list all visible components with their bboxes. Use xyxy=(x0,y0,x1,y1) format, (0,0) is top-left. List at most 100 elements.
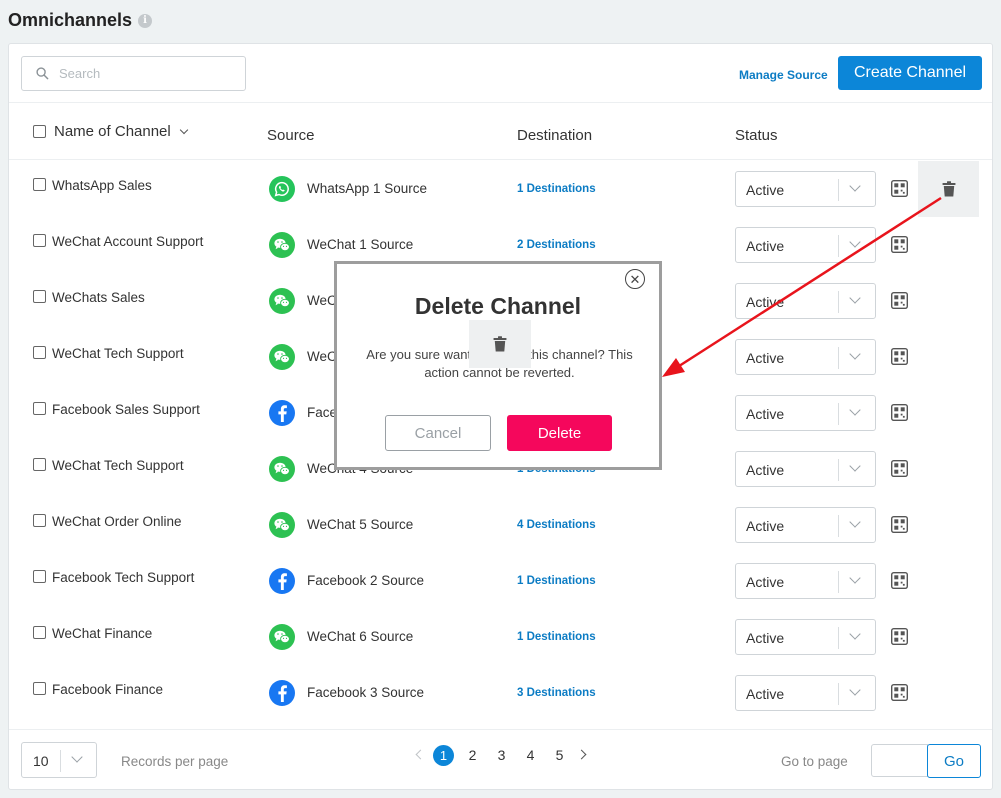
delete-channel-modal: ✕ Delete Channel Are you sure want to de… xyxy=(334,261,662,470)
chevron-down-icon xyxy=(849,404,861,416)
row-checkbox[interactable] xyxy=(33,682,46,695)
row-checkbox[interactable] xyxy=(33,346,46,359)
destinations-link[interactable]: 2 Destinations xyxy=(517,239,596,251)
qr-code-icon[interactable] xyxy=(890,683,909,702)
status-value: Active xyxy=(746,182,785,198)
header-destination: Destination xyxy=(517,127,593,144)
source-label: Facebook 2 Source xyxy=(307,573,425,588)
row-checkbox[interactable] xyxy=(33,234,46,247)
status-select[interactable]: Active xyxy=(735,507,876,543)
prev-page-chevron-icon[interactable] xyxy=(409,744,429,766)
row-checkbox[interactable] xyxy=(33,290,46,303)
status-select[interactable]: Active xyxy=(735,171,876,207)
qr-code-icon[interactable] xyxy=(890,571,909,590)
row-checkbox[interactable] xyxy=(33,514,46,527)
status-select[interactable]: Active xyxy=(735,395,876,431)
close-icon[interactable]: ✕ xyxy=(625,269,645,289)
status-value: Active xyxy=(746,462,785,478)
page-title-text: Omnichannels xyxy=(8,10,133,30)
chevron-down-icon xyxy=(71,751,83,763)
status-value: Active xyxy=(746,350,785,366)
qr-code-icon[interactable] xyxy=(890,291,909,310)
status-value: Active xyxy=(746,574,785,590)
channel-name: Facebook Finance xyxy=(52,682,164,697)
qr-code-icon[interactable] xyxy=(890,179,909,198)
header-source: Source xyxy=(267,127,315,144)
create-channel-button[interactable]: Create Channel xyxy=(838,56,982,90)
qr-code-icon[interactable] xyxy=(890,235,909,254)
select-divider xyxy=(838,459,839,481)
channel-name: WeChat Account Support xyxy=(52,234,204,249)
status-value: Active xyxy=(746,294,785,310)
source-label: Facebook 3 Source xyxy=(307,685,425,700)
search-box[interactable] xyxy=(21,56,246,91)
status-select[interactable]: Active xyxy=(735,227,876,263)
page-4[interactable]: 4 xyxy=(516,744,545,766)
per-page-value: 10 xyxy=(33,753,49,769)
status-select[interactable]: Active xyxy=(735,283,876,319)
table-row: WhatsApp Sales WhatsApp 1 Source 1 Destina… xyxy=(9,161,992,217)
row-checkbox[interactable] xyxy=(33,570,46,583)
qr-code-icon[interactable] xyxy=(890,627,909,646)
facebook-icon xyxy=(269,568,295,594)
wechat-icon xyxy=(269,344,295,370)
source-label: WeChat 1 Source xyxy=(307,237,414,252)
whatsapp-icon xyxy=(269,176,295,202)
select-divider xyxy=(60,750,61,772)
go-button[interactable]: Go xyxy=(927,744,981,778)
destinations-link[interactable]: 1 Destinations xyxy=(517,183,596,195)
cancel-button[interactable]: Cancel xyxy=(385,415,491,451)
wechat-icon xyxy=(269,456,295,482)
page-2[interactable]: 2 xyxy=(458,744,487,766)
trash-icon[interactable] xyxy=(918,161,979,217)
channel-name: WeChats Sales xyxy=(52,290,145,305)
sort-chevron-down-icon[interactable] xyxy=(179,125,188,134)
select-divider xyxy=(838,571,839,593)
page-1[interactable]: 1 xyxy=(433,744,454,766)
header-name[interactable]: Name of Channel xyxy=(33,123,188,140)
per-page-select[interactable]: 10 xyxy=(21,742,97,778)
table-header: Name of Channel Source Destination Statu… xyxy=(9,102,992,160)
qr-code-icon[interactable] xyxy=(890,347,909,366)
select-divider xyxy=(838,235,839,257)
row-checkbox[interactable] xyxy=(33,626,46,639)
search-input[interactable] xyxy=(59,66,229,81)
qr-code-icon[interactable] xyxy=(890,403,909,422)
facebook-icon xyxy=(269,680,295,706)
destinations-link[interactable]: 3 Destinations xyxy=(517,687,596,699)
status-value: Active xyxy=(746,406,785,422)
select-divider xyxy=(838,515,839,537)
destinations-link[interactable]: 1 Destinations xyxy=(517,575,596,587)
destinations-link[interactable]: 4 Destinations xyxy=(517,519,596,531)
page-3[interactable]: 3 xyxy=(487,744,516,766)
next-page-chevron-icon[interactable] xyxy=(574,744,594,766)
delete-button[interactable]: Delete xyxy=(507,415,612,451)
qr-code-icon[interactable] xyxy=(890,515,909,534)
status-select[interactable]: Active xyxy=(735,675,876,711)
channel-name: WeChat Tech Support xyxy=(52,458,184,473)
destinations-link[interactable]: 1 Destinations xyxy=(517,631,596,643)
source-label: WeChat 6 Source xyxy=(307,629,414,644)
table-row: Facebook Finance Facebook 3 Source 3 Desti… xyxy=(9,665,992,721)
status-select[interactable]: Active xyxy=(735,619,876,655)
row-checkbox[interactable] xyxy=(33,458,46,471)
table-row: Facebook Tech Support Facebook 2 Source 1 … xyxy=(9,553,992,609)
manage-source-link[interactable]: Manage Source xyxy=(739,68,828,82)
pager: 12345 xyxy=(409,744,594,766)
facebook-icon xyxy=(269,400,295,426)
status-select[interactable]: Active xyxy=(735,451,876,487)
status-select[interactable]: Active xyxy=(735,563,876,599)
status-select[interactable]: Active xyxy=(735,339,876,375)
info-icon[interactable]: i xyxy=(138,13,153,28)
row-checkbox[interactable] xyxy=(33,178,46,191)
row-checkbox[interactable] xyxy=(33,402,46,415)
table-row: WeChat Finance WeChat 6 Source 1 Destinati… xyxy=(9,609,992,665)
select-divider xyxy=(838,683,839,705)
go-to-page-input[interactable] xyxy=(871,744,928,777)
select-divider xyxy=(838,627,839,649)
select-all-checkbox[interactable] xyxy=(33,125,46,138)
qr-code-icon[interactable] xyxy=(890,459,909,478)
page-5[interactable]: 5 xyxy=(545,744,574,766)
channel-name: Facebook Sales Support xyxy=(52,402,200,417)
source-label: WhatsApp 1 Source xyxy=(307,181,428,196)
